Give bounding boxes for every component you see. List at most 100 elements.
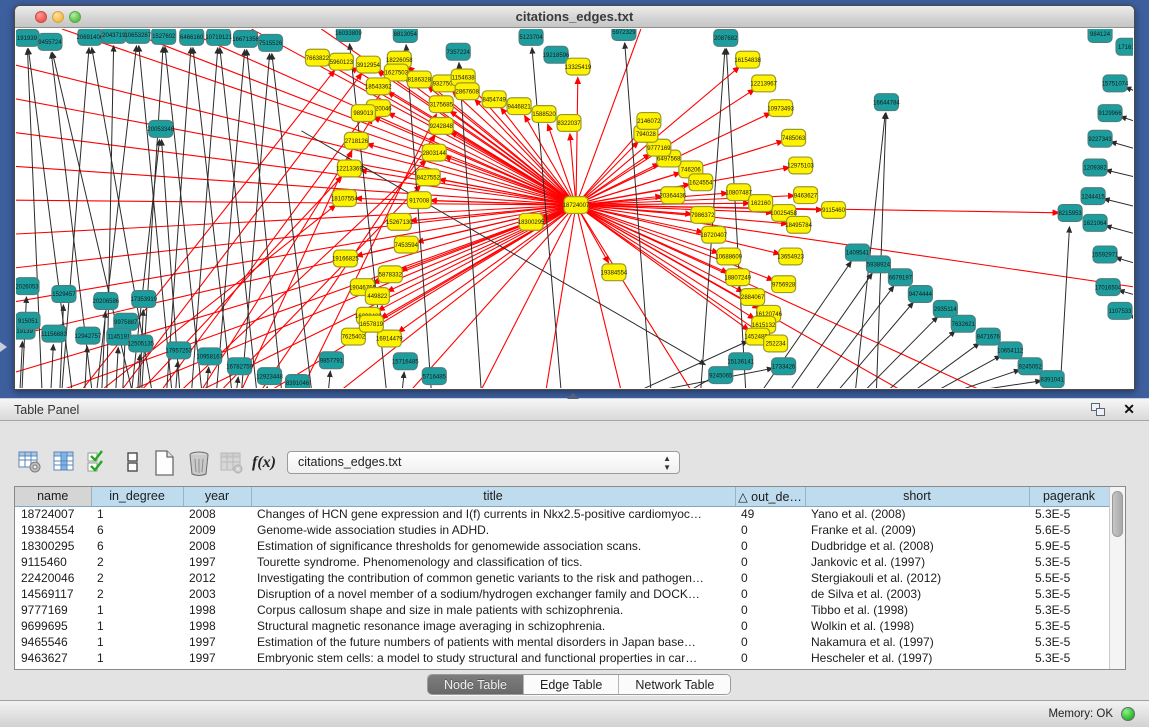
graph-node[interactable]: 16671358 — [232, 30, 259, 47]
graph-node[interactable]: 8427552 — [416, 169, 440, 186]
node-table[interactable]: namein_degreeyeartitle△ out_de…shortpage… — [15, 487, 1110, 666]
graph-node[interactable]: 13654923 — [777, 248, 804, 265]
graph-node[interactable]: 18300295 — [518, 213, 545, 230]
graph-node[interactable]: 18807249 — [724, 269, 751, 286]
graph-node[interactable]: 6466160 — [180, 29, 204, 45]
graph-node[interactable]: 1588520 — [532, 106, 556, 123]
graph-node[interactable]: 5123704 — [519, 29, 543, 45]
graph-node[interactable]: 171619 — [1116, 38, 1133, 55]
window-titlebar[interactable]: citations_edges.txt — [15, 6, 1134, 28]
graph-node[interactable]: 9455724 — [38, 33, 62, 50]
graph-node[interactable]: 8813054 — [393, 29, 417, 42]
graph-node[interactable]: 12213369 — [336, 160, 363, 177]
graph-node[interactable]: 1529457 — [52, 286, 76, 303]
graph-node[interactable]: 2043719 — [102, 29, 126, 43]
graph-node[interactable]: 7663822 — [305, 49, 329, 66]
graph-node[interactable]: 18107554 — [331, 190, 358, 207]
graph-node[interactable]: 1244415 — [1081, 188, 1105, 205]
column-checks-button[interactable] — [86, 450, 110, 476]
graph-node[interactable]: 7485063 — [782, 129, 806, 146]
table-scrollbar-thumb[interactable] — [1112, 491, 1123, 537]
column-header-title[interactable]: title — [251, 487, 735, 506]
graph-node[interactable]: 20691406 — [77, 29, 104, 45]
graph-node[interactable]: 1107533 — [1108, 302, 1132, 319]
network-canvas[interactable]: 191939 9455724 20691406 2043719 10653287… — [16, 29, 1133, 388]
graph-node[interactable]: 1733426 — [772, 358, 796, 375]
hidden-panel-grip[interactable] — [0, 342, 7, 352]
graph-node[interactable]: 5878332 — [378, 266, 402, 283]
graph-node[interactable]: 2884067 — [741, 289, 765, 306]
graph-node[interactable]: 8215953 — [1058, 205, 1082, 222]
graph-node[interactable]: 5972329 — [612, 29, 636, 40]
graph-node[interactable]: 449822 — [365, 288, 389, 305]
graph-node[interactable]: 3912954 — [356, 56, 380, 73]
network-graph[interactable]: 191939 9455724 20691406 2043719 10653287… — [16, 29, 1133, 388]
graph-node[interactable]: 7515526 — [259, 34, 283, 51]
graph-node[interactable]: 7453594 — [394, 236, 418, 253]
graph-node[interactable]: 10653287 — [124, 29, 151, 43]
graph-node[interactable]: 16782759 — [226, 358, 253, 375]
row-height-button[interactable] — [121, 450, 145, 476]
graph-node[interactable]: 10958167 — [196, 348, 223, 365]
graph-node[interactable]: 16644784 — [873, 94, 900, 111]
column-header-short[interactable]: short — [805, 487, 1029, 506]
delete-column-button[interactable] — [187, 450, 211, 476]
table-scrollbar[interactable] — [1109, 487, 1125, 669]
graph-node[interactable]: 12942757 — [75, 327, 102, 344]
graph-node[interactable]: 12213967 — [750, 75, 777, 92]
graph-node[interactable]: 18495784 — [785, 216, 812, 233]
graph-node[interactable]: 16914479 — [376, 330, 403, 347]
graph-node[interactable]: 9242848 — [429, 118, 453, 135]
tab-network-table[interactable]: Network Table — [619, 675, 730, 694]
graph-node[interactable]: 2803144 — [422, 144, 446, 161]
table-row[interactable]: 911546021997Tourette syndrome. Phenomeno… — [15, 554, 1109, 570]
graph-node[interactable]: 1409541 — [846, 244, 870, 261]
graph-node[interactable]: 18720407 — [700, 226, 727, 243]
graph-node[interactable]: 8186328 — [407, 71, 431, 88]
graph-node[interactable]: 15716485 — [392, 353, 419, 370]
graph-node[interactable]: 9446821 — [507, 98, 531, 115]
graph-node[interactable]: 9463627 — [794, 187, 818, 204]
graph-node[interactable]: 19384554 — [601, 264, 628, 281]
graph-node[interactable]: 9227343 — [1088, 130, 1112, 147]
graph-node[interactable]: 1527602 — [152, 29, 176, 44]
column-header-in_degree[interactable]: in_degree — [91, 487, 183, 506]
table-row[interactable]: 2242004622012Investigating the contribut… — [15, 570, 1109, 586]
graph-node[interactable]: 13325419 — [565, 58, 592, 75]
graph-node[interactable]: 2718126 — [344, 132, 368, 149]
graph-node[interactable]: 12505135 — [127, 335, 154, 352]
graph-node[interactable]: 8391041 — [1040, 371, 1064, 388]
table-options-button[interactable] — [18, 450, 42, 476]
table-row[interactable]: 969969511998Structural magnetic resonanc… — [15, 618, 1109, 634]
graph-node[interactable]: 15267130 — [386, 213, 413, 230]
graph-node[interactable]: 17957253 — [165, 342, 192, 359]
graph-node[interactable]: 1621064 — [1083, 214, 1107, 231]
graph-node[interactable]: 9474444 — [908, 286, 932, 303]
panel-splitter-handle[interactable] — [567, 393, 579, 399]
graph-node[interactable]: 9857791 — [319, 352, 343, 369]
graph-node[interactable]: 5938924 — [866, 256, 890, 273]
graph-node[interactable]: 984124 — [1088, 29, 1112, 42]
graph-node[interactable]: 10719121 — [205, 29, 232, 45]
graph-node[interactable]: 16154838 — [734, 51, 761, 68]
graph-node[interactable]: 8454749 — [482, 91, 506, 108]
graph-node[interactable]: 3175685 — [429, 96, 453, 113]
float-panel-button[interactable] — [1091, 403, 1107, 418]
graph-node[interactable]: 20364436 — [660, 187, 687, 204]
graph-node[interactable]: 15751074 — [1102, 75, 1129, 92]
graph-node[interactable]: 2867608 — [455, 83, 479, 100]
graph-node[interactable]: 18543362 — [365, 78, 392, 95]
graph-node[interactable]: 2935114 — [933, 300, 957, 317]
graph-node[interactable]: 15592971 — [1092, 246, 1119, 263]
graph-node[interactable]: 20206586 — [93, 293, 120, 310]
graph-node[interactable]: 1209382 — [1083, 159, 1107, 176]
graph-node[interactable]: 9245065 — [709, 367, 733, 384]
column-header-year[interactable]: year — [183, 487, 251, 506]
table-row[interactable]: 1938455462009Genome-wide association stu… — [15, 522, 1109, 538]
graph-node[interactable]: 1624554 — [689, 174, 713, 191]
graph-node[interactable]: 18724007 — [563, 197, 590, 214]
show-columns-button[interactable] — [52, 450, 76, 476]
table-source-select[interactable]: citations_edges.txt ▲▼ — [287, 451, 680, 474]
graph-node[interactable]: 10688609 — [715, 248, 742, 265]
close-panel-icon[interactable]: ✕ — [1123, 401, 1135, 418]
